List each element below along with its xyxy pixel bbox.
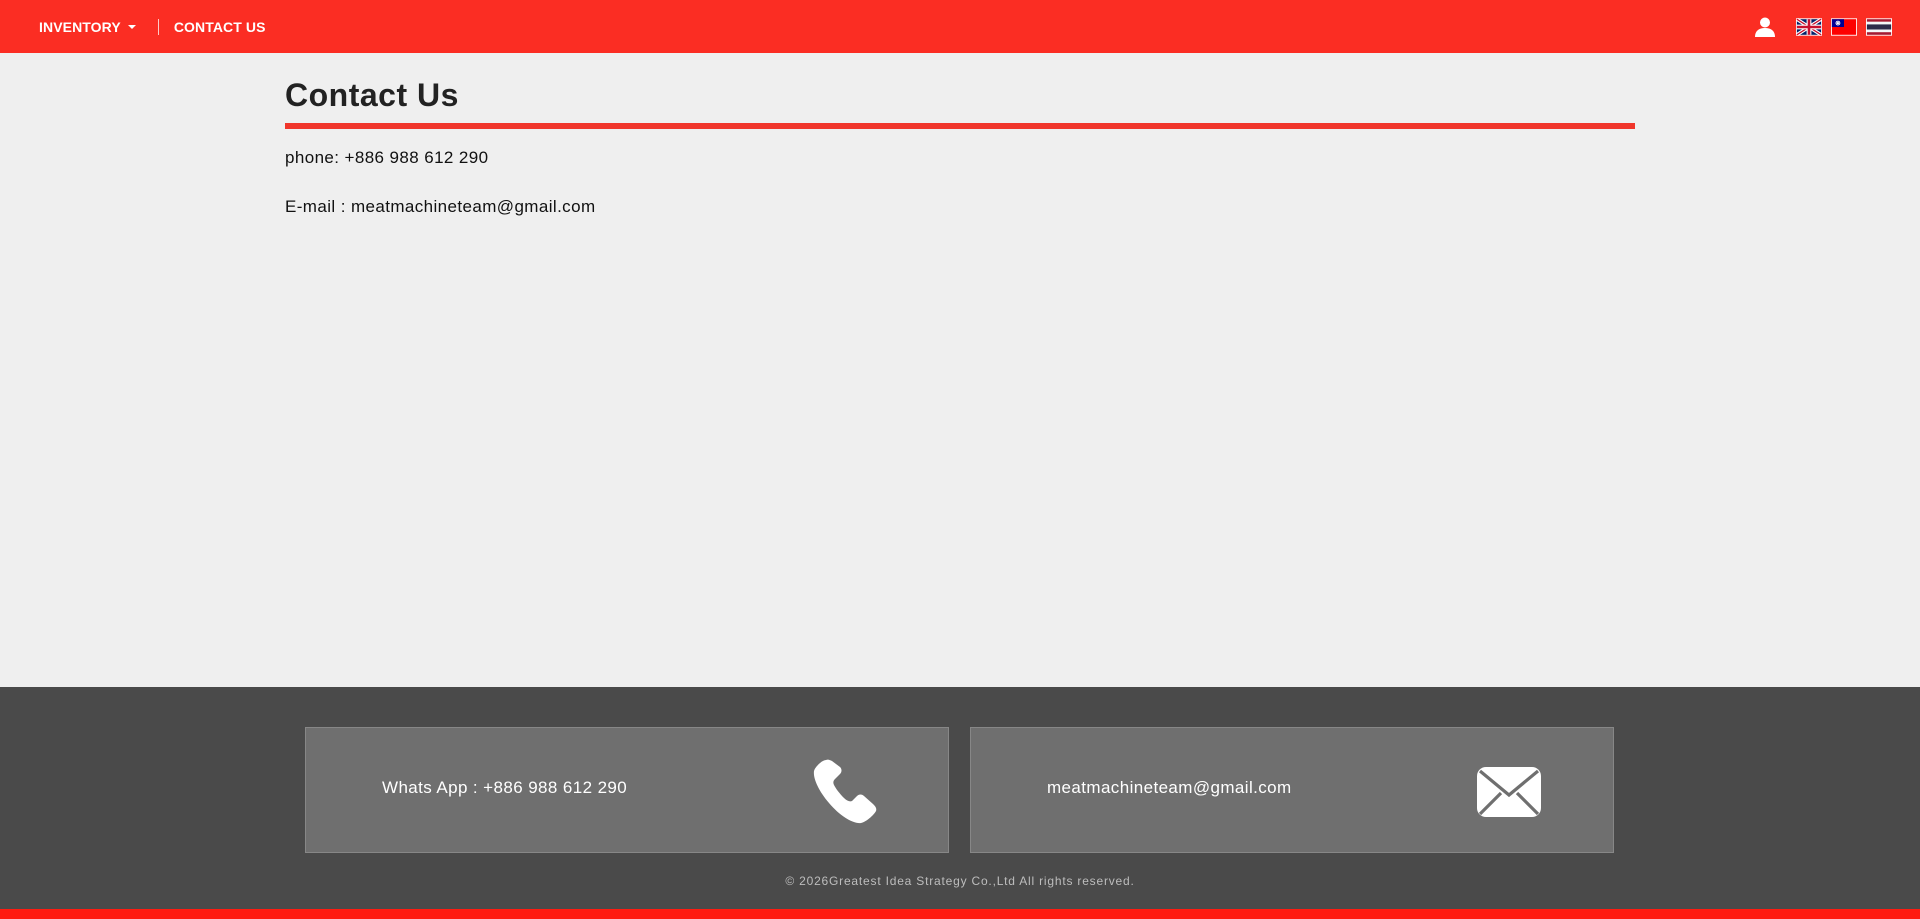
envelope-icon xyxy=(1477,767,1541,817)
nav-item-contact-us[interactable]: CONTACT US xyxy=(174,19,266,35)
copyright-text: © 2026Greatest Idea Strategy Co.,Ltd All… xyxy=(785,874,1135,888)
email-info: E-mail : meatmachineteam@gmail.com xyxy=(285,197,596,216)
main-nav: INVENTORY CONTACT US xyxy=(39,18,266,35)
taiwan-flag-icon[interactable] xyxy=(1831,18,1857,36)
nav-item-inventory[interactable]: INVENTORY xyxy=(39,19,136,35)
user-icon[interactable] xyxy=(1754,16,1776,38)
nav-item-contact-us-label: CONTACT US xyxy=(173,18,266,35)
header-utility-icons xyxy=(1754,16,1892,38)
bottom-accent-strip xyxy=(0,909,1920,919)
footer: Whats App : +886 988 612 290 meatmachine… xyxy=(0,687,1920,919)
nav-item-inventory-label: INVENTORY xyxy=(39,18,121,35)
phone-info: phone: +886 988 612 290 xyxy=(285,148,489,167)
title-underline xyxy=(285,123,1635,129)
thailand-flag-icon[interactable] xyxy=(1866,18,1892,36)
email-text: meatmachineteam@gmail.com xyxy=(1047,778,1292,797)
page-title: Contact Us xyxy=(285,77,459,113)
whatsapp-contact-card[interactable]: Whats App : +886 988 612 290 xyxy=(305,727,949,853)
uk-flag-icon[interactable] xyxy=(1796,18,1822,36)
chevron-down-icon xyxy=(127,25,136,29)
top-navigation-bar: INVENTORY CONTACT US xyxy=(0,0,1920,53)
email-contact-card[interactable]: meatmachineteam@gmail.com xyxy=(970,727,1614,853)
phone-icon xyxy=(813,759,877,824)
nav-separator xyxy=(157,18,159,35)
whatsapp-text: Whats App : +886 988 612 290 xyxy=(382,778,628,797)
main-content: Contact Us phone: +886 988 612 290 E-mai… xyxy=(285,53,1635,217)
